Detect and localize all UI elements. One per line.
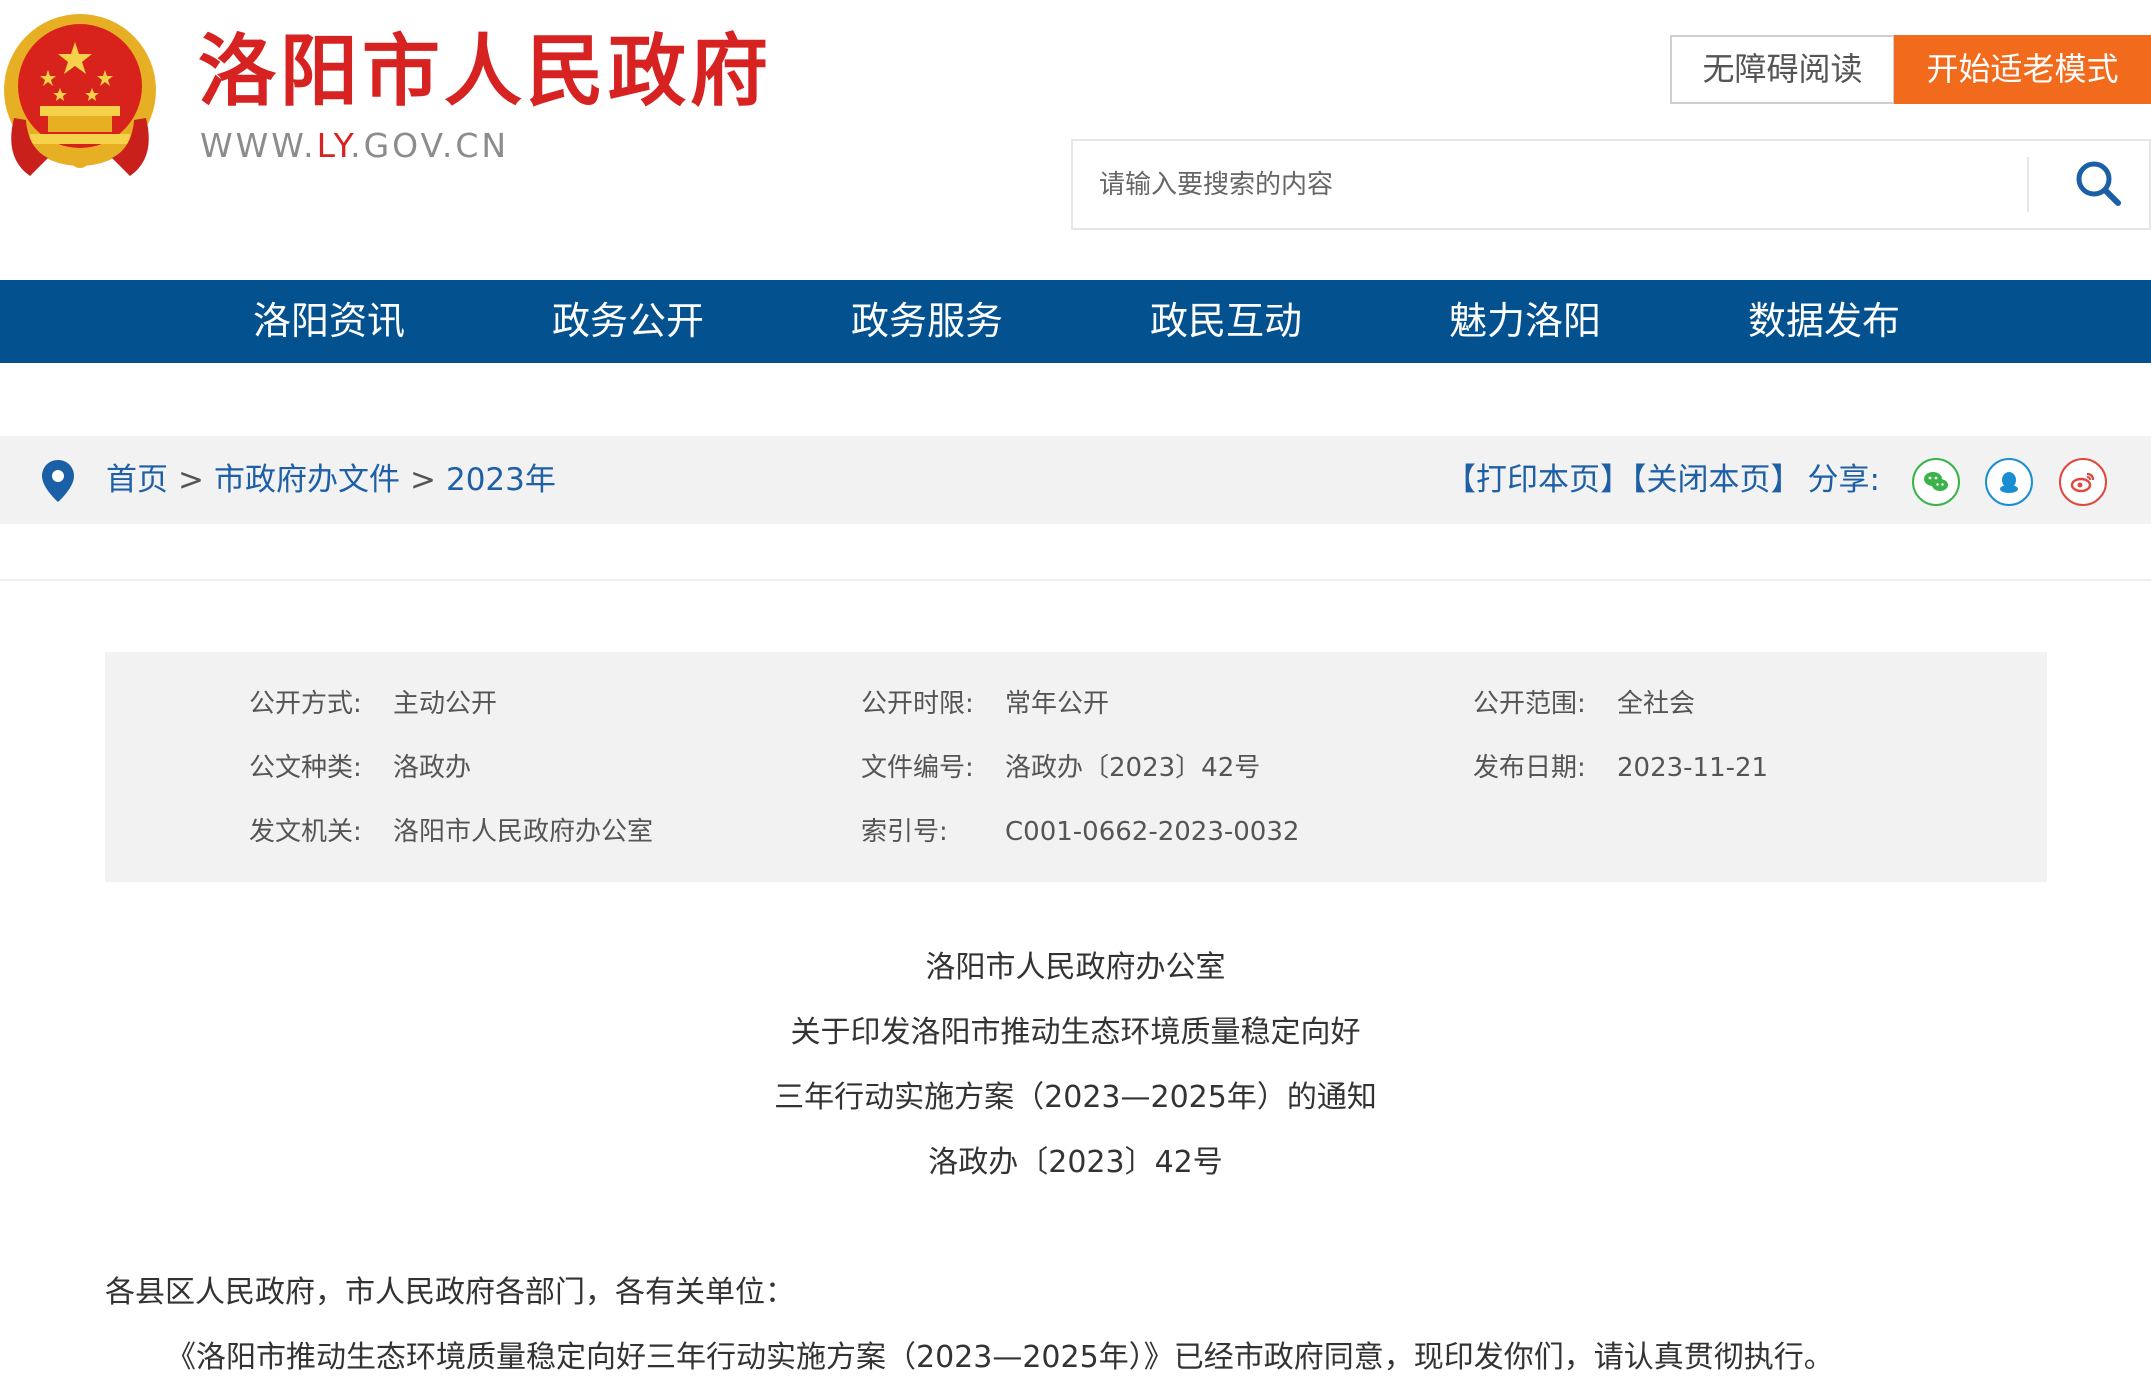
breadcrumb-year-2023[interactable]: 2023年 [446, 462, 556, 498]
main-nav: 洛阳资讯 政务公开 政务服务 政民互动 魅力洛阳 数据发布 [0, 280, 2151, 363]
meta-label-issuer: 发文机关: [249, 817, 362, 847]
wechat-icon [1924, 472, 1948, 491]
document-number-line: 洛政办〔2023〕42号 [928, 1145, 1223, 1180]
search-box [1071, 139, 2151, 230]
document-salutation: 各县区人民政府，市人民政府各部门，各有关单位： [105, 1275, 795, 1310]
accessible-reading-button[interactable]: 无障碍阅读 [1670, 35, 1895, 104]
nav-item-data-release[interactable]: 数据发布 [1748, 280, 1900, 363]
meta-value-index-number: C001-0662-2023-0032 [1005, 817, 1300, 847]
nav-item-government-services[interactable]: 政务服务 [851, 280, 1003, 363]
nav-item-government-affairs-disclosure[interactable]: 政务公开 [552, 280, 704, 363]
page-tools: 【打印本页】【关闭本页】 分享: [1445, 436, 1880, 524]
meta-value-issuer: 洛阳市人民政府办公室 [393, 817, 654, 847]
breadcrumb-city-gov-office-docs[interactable]: 市政府办文件 [214, 462, 400, 498]
breadcrumb-separator: > [409, 462, 436, 498]
meta-label-disclosure-scope: 公开范围: [1473, 689, 1586, 719]
share-wechat-button[interactable] [1912, 458, 1960, 506]
site-url: WWW.LY.GOV.CN [200, 126, 509, 166]
site-url-suffix: .GOV.CN [350, 126, 510, 165]
meta-label-disclosure-method: 公开方式: [249, 689, 362, 719]
nav-item-charming-luoyang[interactable]: 魅力洛阳 [1449, 280, 1601, 363]
meta-label-doc-type: 公文种类: [249, 753, 362, 783]
search-icon [2076, 161, 2121, 206]
nav-item-luoyang-news[interactable]: 洛阳资讯 [253, 280, 405, 363]
print-page-link[interactable]: 【打印本页】 [1445, 462, 1631, 498]
weibo-icon [2070, 472, 2095, 493]
share-qq-button[interactable] [1985, 458, 2033, 506]
meta-value-doc-type: 洛政办 [393, 753, 472, 783]
location-pin-icon [42, 460, 74, 502]
share-weibo-button[interactable] [2059, 458, 2107, 506]
nav-item-public-interaction[interactable]: 政民互动 [1150, 280, 1302, 363]
document-title-line-1: 关于印发洛阳市推动生态环境质量稳定向好 [790, 1015, 1361, 1050]
document-paragraph: 《洛阳市推动生态环境质量稳定向好三年行动实施方案（2023—2025年）》已经市… [166, 1340, 1834, 1375]
meta-value-doc-number: 洛政办〔2023〕42号 [1005, 753, 1261, 783]
document-title-line-2: 三年行动实施方案（2023—2025年）的通知 [774, 1080, 1377, 1115]
breadcrumb-home[interactable]: 首页 [106, 462, 168, 498]
meta-label-index-number: 索引号: [861, 817, 948, 847]
page: 洛阳市人民政府 WWW.LY.GOV.CN 无障碍阅读 开始适老模式 洛阳资讯 … [0, 0, 2151, 1392]
breadcrumb: 首页 > 市政府办文件 >2023年 [106, 436, 556, 524]
site-title: 洛阳市人民政府 [198, 26, 773, 117]
search-input[interactable] [1099, 141, 2059, 228]
meta-value-disclosure-period: 常年公开 [1005, 689, 1110, 719]
meta-label-disclosure-period: 公开时限: [861, 689, 974, 719]
site-url-prefix: WWW. [200, 126, 317, 165]
qq-icon [2000, 472, 2018, 493]
document-issuer-line: 洛阳市人民政府办公室 [925, 950, 1226, 985]
section-divider [0, 579, 2151, 581]
search-divider [2027, 157, 2029, 212]
close-page-link[interactable]: 【关闭本页】 [1631, 462, 1802, 498]
meta-value-publish-date: 2023-11-21 [1617, 753, 1769, 783]
meta-label-publish-date: 发布日期: [1473, 753, 1586, 783]
site-url-highlight: LY [316, 126, 351, 165]
elder-mode-button[interactable]: 开始适老模式 [1894, 35, 2151, 104]
breadcrumb-bar: 首页 > 市政府办文件 >2023年 【打印本页】【关闭本页】 分享: [0, 436, 2151, 524]
national-emblem-icon [4, 14, 156, 176]
share-label: 分享: [1807, 462, 1880, 498]
meta-value-disclosure-method: 主动公开 [393, 689, 498, 719]
document-meta-table: 公开方式: 主动公开 公开时限: 常年公开 公开范围: 全社会 公文种类: 洛政… [105, 652, 2047, 882]
breadcrumb-separator: > [178, 462, 204, 498]
search-button[interactable] [2063, 151, 2133, 218]
meta-value-disclosure-scope: 全社会 [1617, 689, 1696, 719]
meta-label-doc-number: 文件编号: [861, 753, 974, 783]
